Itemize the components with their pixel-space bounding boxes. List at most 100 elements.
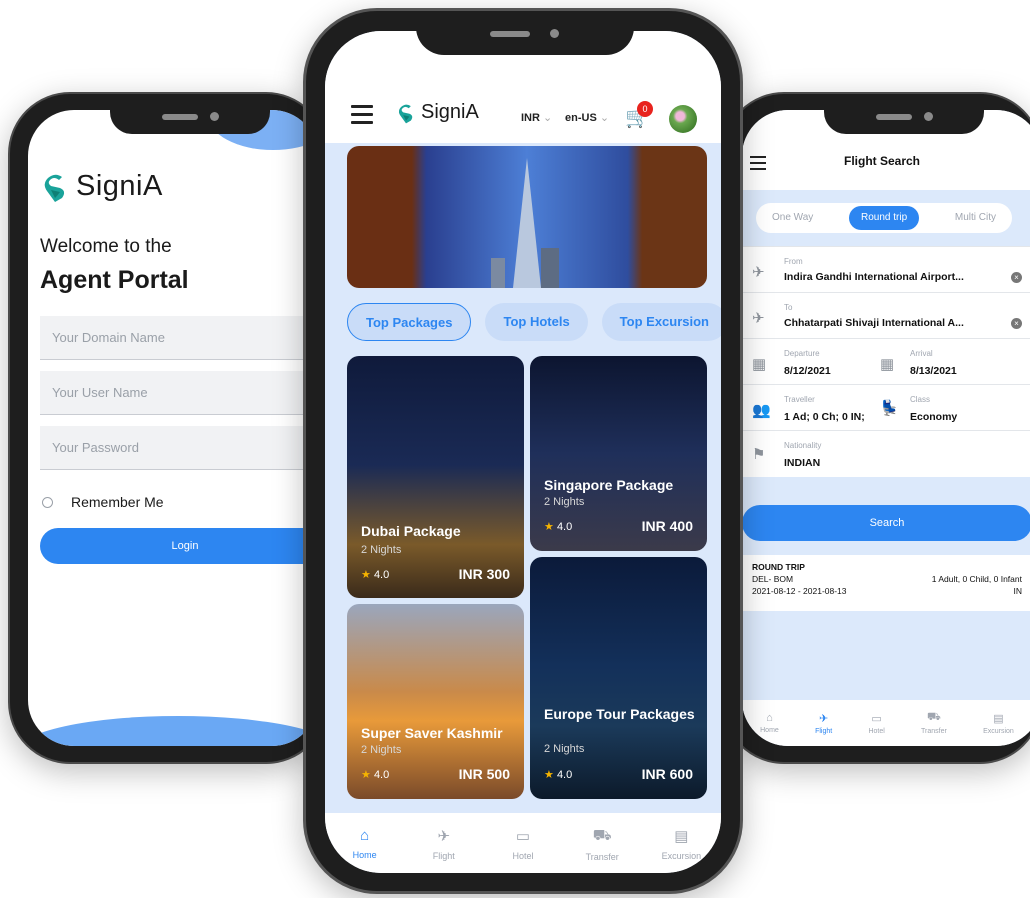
seat-icon: 💺 — [880, 400, 899, 417]
package-card-dubai[interactable]: Dubai Package 2 Nights ★ 4.0 INR 300 — [347, 356, 524, 598]
package-card-europe[interactable]: Europe Tour Packages 2 Nights ★ 4.0 INR … — [530, 557, 707, 799]
package-rating: ★ 4.0 — [361, 768, 389, 781]
building-shape — [491, 258, 505, 288]
rating-value: 4.0 — [373, 769, 390, 781]
nav-label: Hotel — [512, 851, 534, 861]
tab-top-packages[interactable]: Top Packages — [347, 303, 472, 341]
nav-hotel[interactable]: ▭ Hotel — [488, 827, 558, 873]
phone-notch — [824, 94, 984, 134]
from-field[interactable]: ✈ From Indira Gandhi International Airpo… — [742, 247, 1030, 293]
flag-icon: ⚑ — [752, 446, 766, 463]
star-icon: ★ — [544, 769, 554, 781]
tab-multi-city[interactable]: Multi City — [943, 206, 1008, 230]
burj-khalifa-shape — [513, 158, 541, 288]
login-screen: SigniA Welcome to the Agent Portal Your … — [28, 110, 318, 746]
locale-value: en-US — [565, 112, 597, 124]
phone-notch — [416, 11, 634, 55]
flight-form: ✈ From Indira Gandhi International Airpo… — [742, 246, 1030, 477]
package-nights: 2 Nights — [361, 744, 402, 756]
nav-transfer[interactable]: ⛟ Transfer — [567, 827, 637, 873]
traveller-value[interactable]: 1 Ad; 0 Ch; 0 IN; — [784, 411, 865, 423]
currency-select[interactable]: INR ⌄ — [521, 111, 552, 124]
package-nights: 2 Nights — [544, 496, 585, 508]
bus-icon: ▤ — [993, 712, 1004, 725]
arrival-value[interactable]: 8/13/2021 — [910, 365, 957, 377]
tab-round-trip[interactable]: Round trip — [849, 206, 920, 230]
chevron-down-icon: ⌄ — [543, 112, 553, 124]
password-input[interactable]: Your Password — [40, 426, 318, 470]
to-field[interactable]: ✈ To Chhatarpati Shivaji International A… — [742, 293, 1030, 339]
nav-flight[interactable]: ✈ Flight — [409, 827, 479, 873]
class-value[interactable]: Economy — [910, 411, 957, 423]
nationality-field[interactable]: ⚑ Nationality INDIAN — [742, 431, 1030, 477]
menu-icon[interactable] — [351, 105, 373, 129]
nav-label: Home — [352, 850, 377, 860]
building-shape — [541, 248, 560, 288]
phone-login: SigniA Welcome to the Agent Portal Your … — [8, 92, 328, 764]
nav-label: Transfer — [585, 852, 619, 862]
remember-me-label: Remember Me — [71, 494, 164, 510]
chevron-down-icon: ⌄ — [599, 112, 610, 124]
recent-search-card[interactable]: ROUND TRIP DEL- BOM 1 Adult, 0 Child, 0 I… — [742, 555, 1030, 611]
flight-search-screen: Flight Search One Way Round trip Multi C… — [742, 110, 1030, 746]
speaker — [876, 114, 912, 120]
cart-badge: 0 — [637, 101, 653, 117]
nav-flight[interactable]: ✈ Flight — [815, 712, 832, 735]
portal-title: Agent Portal — [40, 266, 189, 294]
radio-icon[interactable] — [42, 496, 53, 508]
from-label: From — [784, 257, 803, 266]
package-price: INR 500 — [458, 766, 510, 782]
signia-logo: SigniA — [397, 101, 479, 124]
remember-me-toggle[interactable]: Remember Me — [42, 494, 164, 510]
package-price: INR 300 — [458, 566, 510, 582]
nav-home[interactable]: ⌂ Home — [760, 712, 779, 734]
star-icon: ★ — [361, 569, 371, 581]
avatar[interactable] — [669, 105, 697, 133]
category-tabs: Top Packages Top Hotels Top Excursion — [347, 303, 721, 341]
nav-excursion[interactable]: ▤ Excursion — [983, 712, 1014, 735]
bed-icon: ▭ — [871, 712, 882, 725]
home-icon: ⌂ — [766, 712, 773, 724]
calendar-icon: ▦ — [880, 356, 895, 373]
class-label: Class — [910, 395, 931, 404]
star-icon: ★ — [544, 521, 554, 533]
plane-icon: ✈ — [437, 828, 451, 845]
signia-logo-icon — [398, 104, 413, 123]
login-button[interactable]: Login — [40, 528, 318, 564]
nav-hotel[interactable]: ▭ Hotel — [868, 712, 884, 735]
landing-icon: ✈ — [752, 310, 765, 327]
traveller-label: Traveller — [784, 395, 815, 404]
package-card-kashmir[interactable]: Super Saver Kashmir 2 Nights ★ 4.0 INR 5… — [347, 604, 524, 799]
nav-label: Flight — [815, 727, 833, 735]
nav-excursion[interactable]: ▤ Excursion — [646, 827, 716, 873]
clear-icon[interactable]: × — [1011, 318, 1022, 329]
package-card-singapore[interactable]: Singapore Package 2 Nights ★ 4.0 INR 400 — [530, 356, 707, 551]
clear-icon[interactable]: × — [1011, 272, 1022, 283]
camera — [550, 29, 559, 38]
username-input[interactable]: Your User Name — [40, 371, 318, 415]
bed-icon: ▭ — [515, 828, 531, 845]
package-title: Dubai Package — [361, 523, 461, 539]
nav-transfer[interactable]: ⛟ Transfer — [921, 711, 947, 735]
package-rating: ★ 4.0 — [361, 568, 389, 581]
tab-top-hotels[interactable]: Top Hotels — [485, 303, 588, 341]
package-title: Super Saver Kashmir — [361, 725, 503, 741]
rating-value: 4.0 — [556, 521, 573, 533]
domain-input[interactable]: Your Domain Name — [40, 316, 318, 360]
search-button[interactable]: Search — [742, 505, 1030, 541]
phone-flight-search: Flight Search One Way Round trip Multi C… — [722, 92, 1030, 764]
tab-top-excursion[interactable]: Top Excursion — [601, 303, 721, 341]
nationality-label: Nationality — [784, 441, 822, 450]
departure-value[interactable]: 8/12/2021 — [784, 365, 831, 377]
package-price: INR 600 — [641, 766, 693, 782]
brand-name: SigniA — [76, 170, 163, 202]
nationality-value: INDIAN — [784, 457, 821, 469]
flight-bottom-nav: ⌂ Home ✈ Flight ▭ Hotel ⛟ Transfer ▤ Excursio… — [742, 700, 1030, 746]
brand-name: SigniA — [421, 101, 479, 123]
nav-home[interactable]: ⌂ Home — [330, 827, 400, 873]
home-icon: ⌂ — [360, 827, 370, 844]
car-icon: ⛟ — [927, 711, 941, 723]
tab-one-way[interactable]: One Way — [760, 206, 825, 230]
speaker — [490, 31, 530, 37]
locale-select[interactable]: en-US ⌄ — [565, 111, 609, 124]
